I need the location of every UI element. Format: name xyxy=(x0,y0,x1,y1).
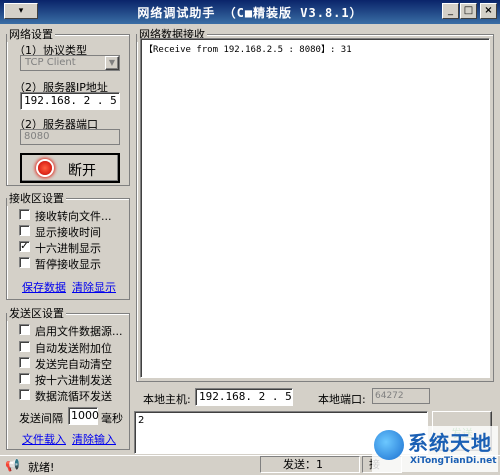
chevron-down-icon[interactable]: ▼ xyxy=(105,56,119,70)
close-button[interactable]: × xyxy=(480,3,497,19)
checkbox-label: 接收转向文件... xyxy=(35,210,112,223)
send-interval-label: 发送间隔 xyxy=(19,412,63,425)
checkbox[interactable] xyxy=(19,389,30,400)
receive-log-area[interactable]: 【Receive from 192.168.2.5 : 8080】: 31 xyxy=(140,38,490,378)
clear-input-link[interactable]: 清除输入 xyxy=(72,431,116,447)
watermark: 系统天地 XiTongTianDi.net xyxy=(372,426,498,472)
checkbox[interactable] xyxy=(19,324,30,335)
checkbox-checked[interactable]: ✓ xyxy=(19,241,30,252)
checkbox[interactable] xyxy=(19,225,30,236)
protocol-select-value: TCP Client xyxy=(25,57,76,68)
checkbox-label: 数据流循环发送 xyxy=(35,390,112,403)
status-sent-count: 发送：1 xyxy=(260,456,360,473)
minimize-button[interactable]: _ xyxy=(442,3,459,19)
status-light-icon xyxy=(38,161,52,175)
network-settings-label: 网络设置 xyxy=(7,26,55,42)
checkbox-label: 显示接收时间 xyxy=(35,226,101,239)
megaphone-icon: 📢 xyxy=(5,458,20,472)
checkbox-label: 自动发送附加位 xyxy=(35,342,112,355)
checkbox-label: 暂停接收显示 xyxy=(35,258,101,271)
disconnect-button[interactable]: 断开 xyxy=(20,153,120,183)
watermark-text: 系统天地 xyxy=(408,431,492,455)
status-ready: 就绪! xyxy=(28,461,55,474)
checkbox[interactable] xyxy=(19,341,30,352)
send-interval-unit: 毫秒 xyxy=(101,412,123,425)
receive-log-line: 【Receive from 192.168.2.5 : 8080】: 31 xyxy=(144,45,352,55)
send-input-value: 2 xyxy=(138,415,145,426)
file-load-link[interactable]: 文件载入 xyxy=(22,431,66,447)
checkbox[interactable] xyxy=(19,357,30,368)
watermark-url: XiTongTianDi.net xyxy=(410,456,497,466)
checkbox[interactable] xyxy=(19,257,30,268)
globe-logo-icon xyxy=(374,430,404,460)
checkbox[interactable] xyxy=(19,209,30,220)
receive-settings-label: 接收区设置 xyxy=(7,190,66,206)
save-data-link[interactable]: 保存数据 xyxy=(22,279,66,295)
checkbox-label: 发送完自动清空 xyxy=(35,358,112,371)
send-settings-label: 发送区设置 xyxy=(7,305,66,321)
local-host-label: 本地主机: xyxy=(143,393,191,406)
server-port-field[interactable]: 8080 xyxy=(20,129,120,145)
server-ip-field[interactable]: 192.168. 2 . 5 xyxy=(20,92,120,110)
send-interval-field[interactable]: 1000 xyxy=(68,407,99,425)
checkbox-label: 按十六进制发送 xyxy=(35,374,112,387)
maximize-button[interactable]: □ xyxy=(460,3,477,19)
local-port-label: 本地端口: xyxy=(318,393,366,406)
clear-display-link[interactable]: 清除显示 xyxy=(72,279,116,295)
system-menu-button[interactable]: ▾ xyxy=(4,3,38,19)
disconnect-label: 断开 xyxy=(68,163,96,179)
protocol-select[interactable]: TCP Client ▼ xyxy=(20,55,120,71)
system-menu-icon: ▾ xyxy=(18,6,24,16)
local-port-field: 64272 xyxy=(372,388,430,404)
checkbox-label: 十六进制显示 xyxy=(35,242,101,255)
local-host-field[interactable]: 192.168. 2 . 5 xyxy=(195,388,293,406)
checkbox-label: 启用文件数据源... xyxy=(35,325,123,338)
window-title: 网络调试助手 （C■精装版 V3.8.1） xyxy=(137,6,363,20)
checkbox[interactable] xyxy=(19,373,30,384)
